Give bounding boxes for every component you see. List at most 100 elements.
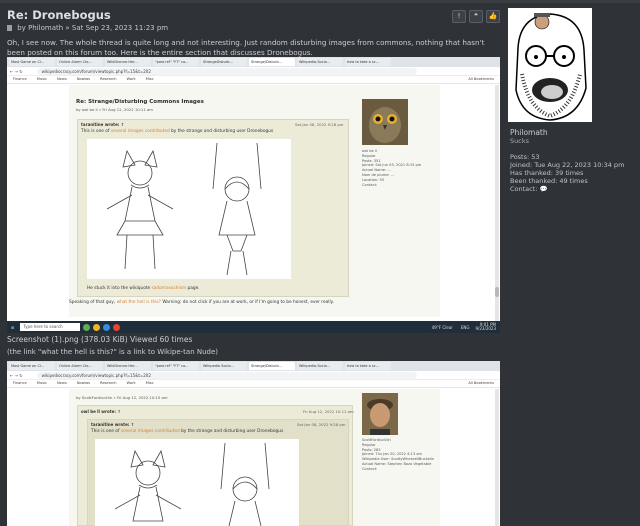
outer-quote-author: owl be ll wrote: ↑ xyxy=(81,409,121,414)
app-icon[interactable] xyxy=(103,323,111,331)
quote-link[interactable]: several images contributed xyxy=(121,429,180,434)
browser-tab[interactable]: Most Game on Cl... xyxy=(9,362,55,370)
reload-icon[interactable]: ↻ xyxy=(19,69,22,74)
browser-tab[interactable]: WikiDronne-Her... xyxy=(105,58,151,66)
bookmark[interactable]: Music xyxy=(37,381,47,386)
quote-author: taranitine wrote: ↑ xyxy=(91,422,135,427)
app-icon[interactable] xyxy=(93,323,101,331)
back-icon[interactable]: ← xyxy=(10,69,13,74)
reload-icon[interactable]: ↻ xyxy=(19,373,22,378)
browser-tabs: Most Game on Cl... Online Alarm Clo... W… xyxy=(7,361,500,371)
browser-tab[interactable]: how to take a sc... xyxy=(345,58,391,66)
language[interactable]: ENG xyxy=(461,325,470,330)
inner-scrollbar[interactable] xyxy=(495,85,499,321)
outer-quote-date: Fri Aug 12, 2022 10:11 am xyxy=(303,409,354,414)
bookmark[interactable]: Finance xyxy=(13,77,27,82)
browser-tab[interactable]: Wikipedia Socio... xyxy=(201,362,247,370)
browser-tab[interactable]: "post ref" "FT" co... xyxy=(153,362,199,370)
browser-tab[interactable]: Online Alarm Clo... xyxy=(57,362,103,370)
post-byline: by Philomath » Sat Sep 23, 2023 11:23 pm xyxy=(7,24,168,32)
bookmark[interactable]: Nowtas xyxy=(77,381,90,386)
url-field[interactable]: wikipediocracy.com/forum/viewtopic.php?f… xyxy=(36,67,417,75)
speaking-text-pre: Speaking of that guy, xyxy=(69,300,117,305)
forward-icon[interactable]: → xyxy=(15,373,18,378)
quote-text: This is one of several images contribute… xyxy=(91,429,283,434)
bookmark[interactable]: All Bookmarks xyxy=(468,77,494,82)
bookmarks-bar: Finance Music News Nowtas Research Work … xyxy=(7,380,500,388)
stat-posts[interactable]: Posts: 53 xyxy=(510,153,635,161)
browser-tab[interactable]: Wikipedia-Socia... xyxy=(297,362,343,370)
browser-tab[interactable]: Wikipedia-Socia... xyxy=(297,58,343,66)
clock[interactable]: 9:01 PM 9/23/2023 xyxy=(475,322,496,332)
forward-icon[interactable]: → xyxy=(15,69,18,74)
chat-icon[interactable]: 💬 xyxy=(540,185,548,193)
bookmark[interactable]: Research xyxy=(100,381,116,386)
browser-tab[interactable]: "post ref" "FT" co... xyxy=(153,58,199,66)
stat-been-thanked: Been thanked: 49 times xyxy=(510,177,588,185)
stuck-text-post: page. xyxy=(186,286,200,291)
quote-text-post: by the strange and disturbing user Drone… xyxy=(169,129,274,134)
bookmark[interactable]: Nowtas xyxy=(77,77,90,82)
profile-name[interactable]: Philomath xyxy=(510,128,635,137)
browser-tab[interactable]: how to take a sc... xyxy=(345,362,391,370)
inner-profile: owl be ll Regular Posts: 351 Joined: Sat… xyxy=(362,149,421,187)
post-title[interactable]: Re: Dronebogus xyxy=(7,8,111,22)
browser-tab[interactable]: StrangeDisturb... xyxy=(201,58,247,66)
attachment-caption[interactable]: Screenshot (1).png (378.03 KiB) Viewed 6… xyxy=(7,335,192,344)
by-prefix: by xyxy=(17,24,26,32)
speaking-link[interactable]: what the hell is this? xyxy=(117,300,161,305)
divider xyxy=(0,0,640,3)
attached-screenshot-2[interactable]: Most Game on Cl... Online Alarm Clo... W… xyxy=(7,361,500,526)
post-icon xyxy=(7,25,12,31)
quote-button[interactable]: ❝ xyxy=(469,10,483,23)
speaking-text: Speaking of that guy, what the hell is t… xyxy=(69,300,339,306)
browser-tab[interactable]: Online Alarm Clo... xyxy=(57,58,103,66)
inner-scroll-thumb[interactable] xyxy=(495,287,499,297)
bookmark[interactable]: News xyxy=(57,77,67,82)
windows-start-icon[interactable]: ⊞ xyxy=(11,325,14,330)
back-icon[interactable]: ← xyxy=(10,373,13,378)
author-link[interactable]: Philomath xyxy=(28,24,63,32)
stuck-link[interactable]: sadomasochism xyxy=(152,286,187,291)
man-avatar[interactable] xyxy=(362,393,398,435)
report-button[interactable]: ! xyxy=(452,10,466,23)
url-field[interactable]: wikipediocracy.com/forum/viewtopic.php?f… xyxy=(36,371,417,379)
avatar[interactable] xyxy=(508,8,592,122)
windows-taskbar: ⊞ Type here to search 49°F Clear ENG 9:0… xyxy=(7,321,500,333)
bookmark[interactable]: Work xyxy=(127,381,136,386)
quote-author: taranitine wrote: ↑ xyxy=(81,122,125,127)
stat-contact: Contact: 💬 xyxy=(510,185,635,193)
bookmark[interactable]: All Bookmarks xyxy=(468,381,494,386)
browser-tab[interactable]: Most Game on Cl... xyxy=(9,58,55,66)
app-icon[interactable] xyxy=(83,323,91,331)
chrome-icon[interactable] xyxy=(113,323,121,331)
bookmark[interactable]: News xyxy=(57,381,67,386)
man-photo xyxy=(362,393,398,435)
inner-contact: Contact: xyxy=(362,466,378,471)
link-note: (the link "what the hell is this?" is a … xyxy=(7,348,219,356)
browser-tab[interactable]: Strange/Disturb... xyxy=(249,58,295,66)
bookmark[interactable]: Work xyxy=(127,77,136,82)
inner-contact: Contact: xyxy=(362,182,378,187)
stuck-text-pre: He stuck it into the wikiquote xyxy=(87,286,152,291)
post-actions: ! ❝ 👍 xyxy=(452,10,500,23)
browser-tab[interactable]: WikiDronne-Her... xyxy=(105,362,151,370)
bookmark[interactable]: Music xyxy=(37,77,47,82)
thanks-button[interactable]: 👍 xyxy=(486,10,500,23)
inner-scrollbar[interactable] xyxy=(495,389,499,526)
post-body: Oh, I see now. The whole thread is quite… xyxy=(7,38,485,57)
attached-screenshot-1[interactable]: Most Game on Cl... Online Alarm Clo... W… xyxy=(7,57,500,333)
stuck-text: He stuck it into the wikiquote sadomasoc… xyxy=(87,286,200,291)
quote-text-post: by the strange and disturbing user Drone… xyxy=(179,429,284,434)
inner-profile: ScottFordlucklin Regular Posts: 285 Join… xyxy=(362,438,434,472)
bookmark[interactable]: Finance xyxy=(13,381,27,386)
quote-link[interactable]: several images contributed xyxy=(111,129,170,134)
browser-tab[interactable]: Strange/Disturb... xyxy=(249,362,295,370)
bookmark[interactable]: Research xyxy=(100,77,116,82)
sketch-image xyxy=(95,439,299,526)
taskbar-search[interactable]: Type here to search xyxy=(20,323,81,331)
bookmark[interactable]: Misc xyxy=(146,77,154,82)
bookmark[interactable]: Misc xyxy=(146,381,154,386)
weather[interactable]: 49°F Clear xyxy=(432,325,453,330)
owl-avatar[interactable] xyxy=(362,99,408,145)
